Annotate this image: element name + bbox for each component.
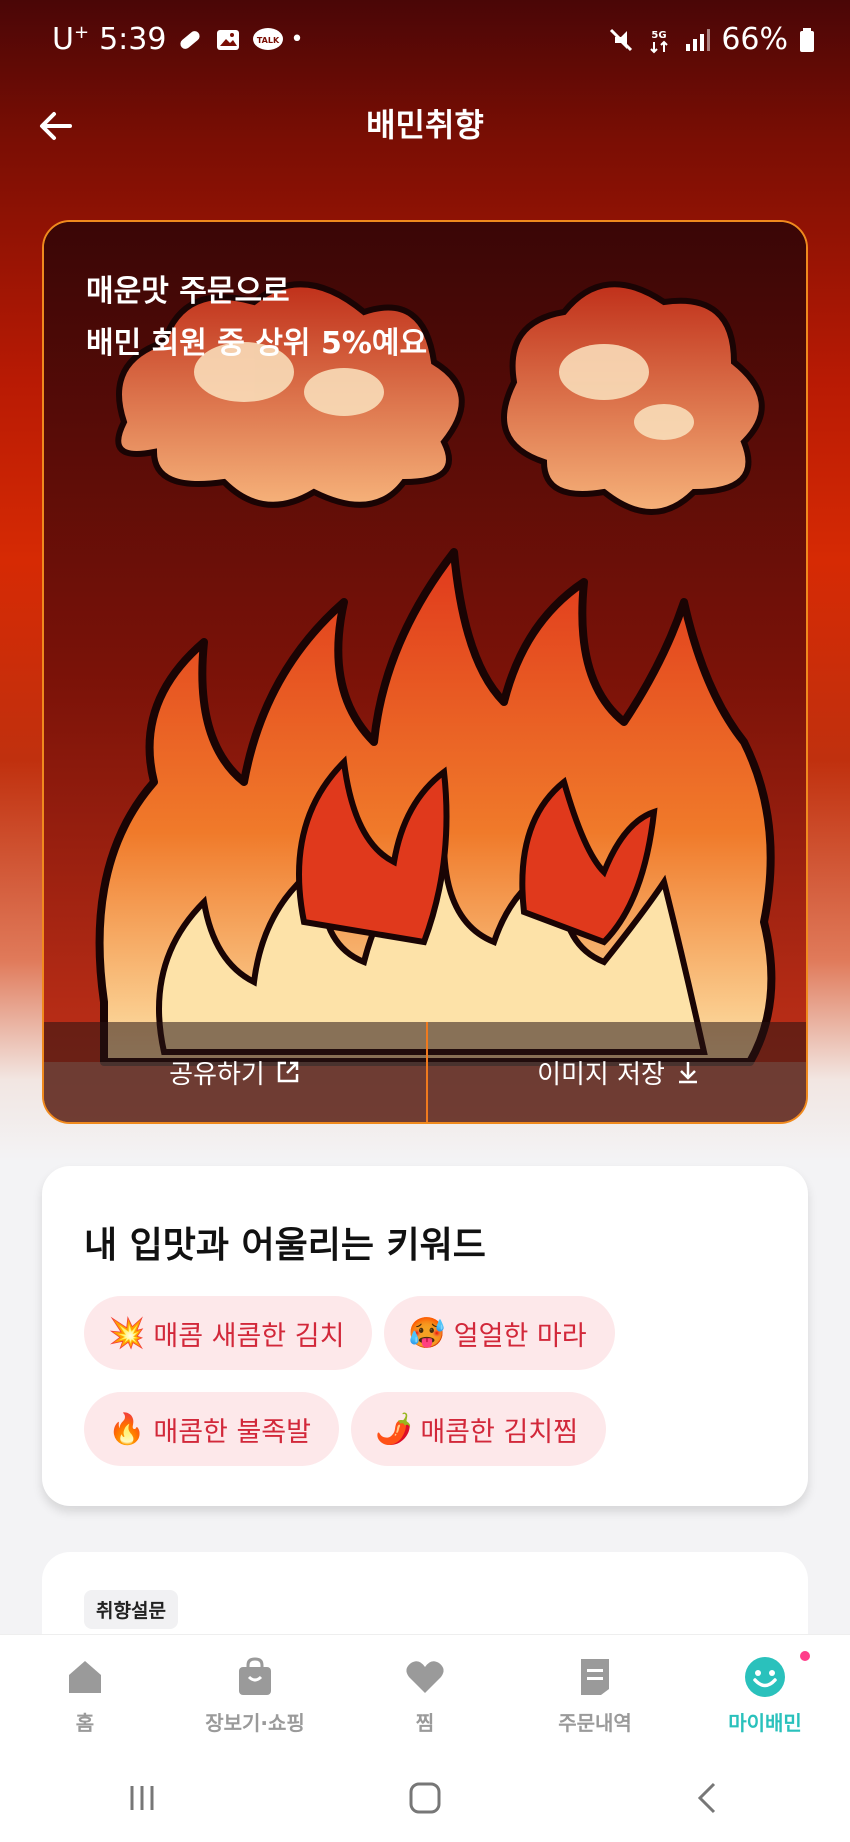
keyword-title: 내 입맛과 어울리는 키워드 (84, 1225, 486, 1266)
home-system-button[interactable] (385, 1768, 465, 1828)
home-icon (69, 1661, 101, 1693)
nav-label: 장보기·쇼핑 (205, 1711, 305, 1735)
5g-icon: 5G (645, 26, 673, 54)
chip-label: 매콤 새콤한 김치 (153, 1320, 345, 1352)
nav-label: 주문내역 (558, 1711, 632, 1735)
explosion-icon: 💥 (108, 1315, 146, 1351)
page-title: 배민취향 (366, 106, 484, 144)
hero-card: 매운맛 주문으로 배민 회원 중 상위 5%예요 공유하기 이미지 저장 (42, 220, 808, 1124)
nav-item-home[interactable]: 홈 (0, 1635, 170, 1754)
nav-item-shopping[interactable]: 장보기·쇼핑 (170, 1635, 340, 1754)
download-icon (678, 1062, 697, 1084)
nav-item-favorites[interactable]: 찜 (340, 1635, 510, 1754)
receipt-icon (581, 1659, 609, 1695)
keyword-chip[interactable]: 🥵 얼얼한 마라 (384, 1296, 615, 1370)
svg-text:TALK: TALK (257, 36, 280, 45)
keyword-chip[interactable]: 💥 매콤 새콤한 김치 (84, 1296, 373, 1370)
smile-icon (745, 1657, 785, 1697)
mute-icon (607, 26, 635, 54)
external-link-icon (277, 1061, 299, 1083)
carrier-text: U (52, 22, 74, 57)
hot-face-icon: 🥵 (408, 1315, 446, 1351)
nav-label: 마이배민 (728, 1711, 802, 1735)
chip-row: 🔥 매콤한 불족발 🌶️ 매콤한 김치찜 (84, 1392, 784, 1466)
status-right: 5G 66% (607, 22, 826, 57)
chip-label: 매콤한 불족발 (153, 1416, 311, 1448)
battery-icon (798, 26, 826, 54)
save-image-button[interactable]: 이미지 저장 (428, 1022, 806, 1122)
nav-label: 찜 (415, 1711, 435, 1735)
status-time: 5:39 (99, 22, 167, 57)
home-square-icon (409, 1782, 441, 1814)
new-badge-dot (800, 1651, 810, 1661)
talk-icon: TALK (252, 26, 284, 54)
svg-text:5G: 5G (652, 30, 667, 41)
hero-message: 매운맛 주문으로 배민 회원 중 상위 5%예요 (86, 266, 427, 370)
back-system-button[interactable] (668, 1768, 748, 1828)
gallery-icon (214, 26, 242, 54)
battery-percent: 66% (721, 22, 788, 57)
bottom-nav: 홈 장보기·쇼핑 찜 주문내역 마이배민 (0, 1634, 850, 1754)
chip-label: 얼얼한 마라 (453, 1320, 587, 1352)
keyword-chip[interactable]: 🌶️ 매콤한 김치찜 (350, 1392, 606, 1466)
keyword-card: 내 입맛과 어울리는 키워드 💥 매콤 새콤한 김치 🥵 얼얼한 마라 🔥 매콤… (42, 1166, 808, 1506)
header: 배민취향 (0, 84, 850, 194)
chevron-left-icon (698, 1782, 716, 1814)
notification-dot-icon: • (290, 27, 304, 52)
hero-line-2: 배민 회원 중 상위 5%예요 (86, 326, 428, 361)
nav-label: 홈 (75, 1711, 95, 1735)
share-button[interactable]: 공유하기 (44, 1022, 426, 1122)
heart-icon (406, 1661, 444, 1693)
status-bar: U+ 5:39 TALK • 5G 66% (0, 0, 850, 84)
carrier-label: U+ (52, 22, 89, 57)
chili-pepper-icon: 🌶️ (374, 1411, 413, 1447)
fire-icon: 🔥 (108, 1411, 146, 1447)
save-image-label: 이미지 저장 (537, 1059, 665, 1090)
keyword-chip[interactable]: 🔥 매콤한 불족발 (84, 1392, 339, 1466)
hero-actions: 공유하기 이미지 저장 (44, 1022, 806, 1122)
nav-item-my-baemin[interactable]: 마이배민 (680, 1635, 850, 1754)
share-label: 공유하기 (169, 1059, 265, 1090)
nav-item-orders[interactable]: 주문내역 (510, 1635, 680, 1754)
carrier-sup: + (73, 22, 90, 43)
hero-line-1: 매운맛 주문으로 (86, 274, 290, 309)
keyword-chips: 💥 매콤 새콤한 김치 🥵 얼얼한 마라 🔥 매콤한 불족발 🌶️ 매콤한 김치… (84, 1296, 784, 1488)
survey-badge: 취향설문 (84, 1590, 178, 1629)
recent-apps-button[interactable] (102, 1768, 182, 1828)
system-nav (0, 1754, 850, 1842)
chip-row: 💥 매콤 새콤한 김치 🥵 얼얼한 마라 (84, 1296, 784, 1370)
shopping-bag-icon (239, 1657, 271, 1695)
signal-icon (683, 26, 711, 54)
chip-label: 매콤한 김치찜 (420, 1416, 578, 1448)
pill-icon (176, 26, 204, 54)
recent-apps-icon (130, 1786, 154, 1810)
status-left: U+ 5:39 TALK • (52, 22, 303, 57)
